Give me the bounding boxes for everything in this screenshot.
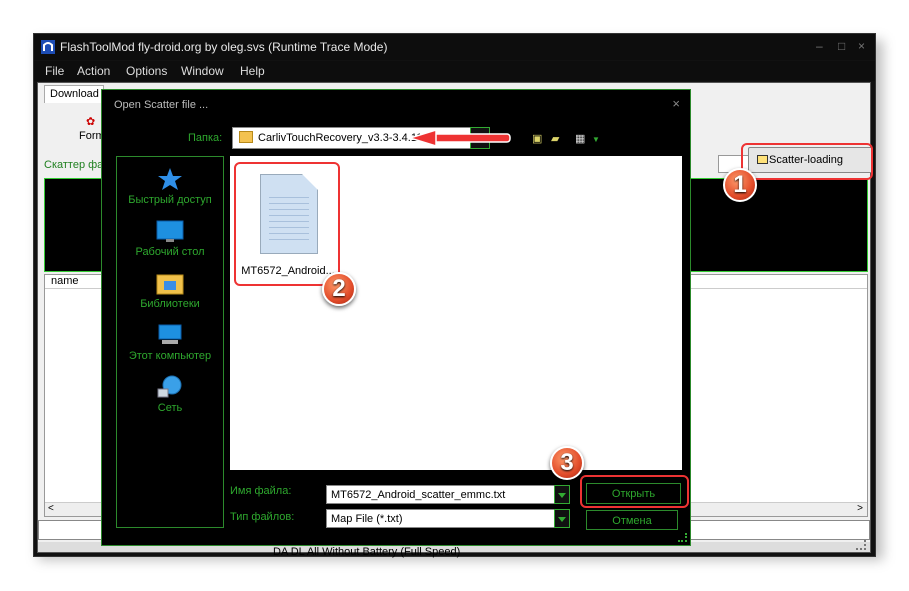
scroll-left-icon[interactable]: < [48, 503, 54, 514]
window-title: FlashToolMod fly-droid.org by oleg.svs (… [60, 40, 388, 54]
place-network[interactable]: Сеть [117, 375, 223, 414]
place-label: Этот компьютер [128, 350, 212, 362]
column-header-name[interactable]: name [51, 275, 79, 287]
step-1-badge: 1 [723, 168, 757, 202]
tab-download[interactable]: Download [44, 85, 104, 103]
resize-grip-icon[interactable] [856, 540, 866, 550]
scatter-file-label: Скаттер фа [44, 159, 104, 171]
file-list: MT6572_Android... [230, 156, 682, 470]
menu-options[interactable]: Options [126, 64, 167, 78]
filetype-dropdown-icon[interactable] [554, 509, 570, 528]
text-file-icon [260, 174, 318, 254]
menu-file[interactable]: File [45, 64, 64, 78]
place-this-pc[interactable]: Этот компьютер [117, 323, 223, 362]
file-item[interactable]: MT6572_Android... [234, 162, 340, 286]
dialog-title: Open Scatter file ... [114, 99, 209, 111]
folder-label: Папка: [188, 132, 223, 144]
menu-help[interactable]: Help [240, 64, 265, 78]
filename-label: Имя файла: [230, 485, 292, 497]
place-libraries[interactable]: Библиотеки [117, 271, 223, 310]
view-dropdown-icon[interactable]: ▼ [592, 135, 600, 144]
format-icon: ✿ [86, 116, 96, 128]
red-arrow-icon [410, 130, 511, 146]
network-icon [157, 375, 182, 398]
folder-icon [239, 131, 253, 143]
menu-action[interactable]: Action [77, 64, 110, 78]
file-name: MT6572_Android... [241, 265, 335, 277]
dialog-resize-icon[interactable] [678, 533, 687, 542]
menu-window[interactable]: Window [181, 64, 224, 78]
desktop-icon [156, 220, 184, 242]
open-button-highlight [580, 475, 689, 508]
filetype-select[interactable]: Map File (*.txt) [326, 509, 556, 528]
filename-dropdown-icon[interactable] [554, 485, 570, 504]
step-3-badge: 3 [550, 446, 584, 480]
scroll-right-icon[interactable]: > [857, 503, 863, 514]
cancel-button[interactable]: Отмена [586, 510, 678, 530]
menu-bar: File Action Options Window Help [34, 61, 875, 81]
filename-input[interactable]: MT6572_Android_scatter_emmc.txt [326, 485, 556, 504]
folder-path: CarlivTouchRecovery_v3.3-3.4.113 [258, 132, 429, 144]
scatter-button-highlight [741, 143, 873, 180]
places-bar: Быстрый доступ Рабочий стол Библиотеки Э… [116, 156, 224, 528]
star-icon [158, 168, 182, 190]
title-bar: FlashToolMod fly-droid.org by oleg.svs (… [34, 34, 875, 60]
place-label: Рабочий стол [135, 246, 205, 258]
view-menu-icon[interactable]: ▦ [575, 132, 585, 145]
place-quick-access[interactable]: Быстрый доступ [117, 167, 223, 206]
minimize-button[interactable]: – [816, 39, 823, 53]
close-button[interactable]: × [858, 39, 865, 53]
step-2-badge: 2 [322, 272, 356, 306]
place-label: Сеть [157, 402, 183, 414]
place-desktop[interactable]: Рабочий стол [117, 219, 223, 258]
libraries-icon [156, 274, 184, 295]
computer-icon [158, 324, 182, 344]
up-folder-icon[interactable]: ▣ [532, 132, 542, 145]
new-folder-icon[interactable]: ▰ [551, 132, 559, 145]
status-text: DA DL All Without Battery (Full Speed) [273, 546, 461, 558]
place-label: Быстрый доступ [128, 194, 212, 206]
dialog-close-icon[interactable]: × [672, 96, 680, 111]
app-icon [41, 40, 55, 54]
filetype-label: Тип файлов: [230, 511, 295, 523]
place-label: Библиотеки [140, 298, 200, 310]
maximize-button[interactable]: □ [838, 39, 845, 53]
